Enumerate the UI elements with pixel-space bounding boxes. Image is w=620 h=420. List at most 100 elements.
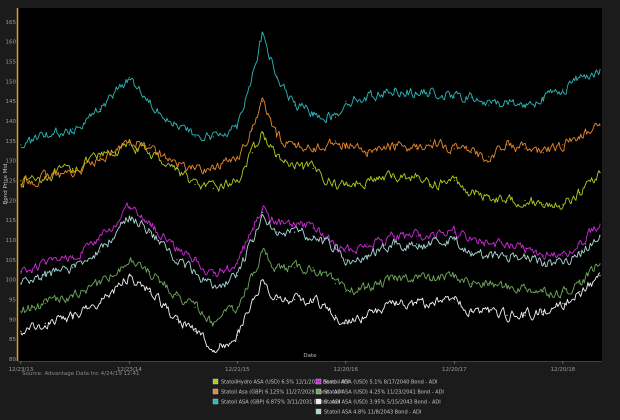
y-tick-label: 145 (6, 99, 17, 105)
data-point (453, 275, 455, 277)
data-point (599, 275, 601, 277)
data-point (470, 152, 472, 154)
data-point (194, 259, 196, 261)
data-point (212, 350, 214, 352)
data-point (524, 247, 526, 249)
data-point (542, 255, 544, 257)
data-point (212, 168, 214, 170)
data-point (453, 231, 455, 233)
data-point (236, 306, 238, 309)
data-point (236, 179, 238, 182)
data-point (176, 124, 178, 126)
data-point (149, 144, 151, 146)
data-point (294, 144, 296, 146)
data-point (366, 152, 368, 154)
data-point (470, 191, 472, 194)
data-point (261, 251, 264, 253)
legend-swatch (315, 378, 322, 385)
data-point (366, 179, 368, 182)
data-point (128, 259, 131, 261)
data-point (212, 136, 214, 138)
legend-swatch (212, 398, 219, 405)
data-point (251, 128, 254, 130)
data-point (506, 144, 508, 146)
data-point (488, 156, 490, 158)
data-point (20, 183, 22, 186)
y-tick-label: 150 (6, 79, 17, 85)
data-point (393, 235, 395, 237)
data-point (542, 96, 544, 98)
data-point (562, 144, 564, 146)
data-point (275, 267, 278, 269)
data-point (345, 290, 347, 293)
data-point (176, 247, 178, 249)
data-point (72, 168, 74, 170)
data-point (128, 207, 131, 209)
data-point (212, 275, 214, 277)
data-point (176, 168, 178, 170)
data-point (149, 152, 151, 154)
data-point (275, 231, 278, 233)
data-point (542, 290, 544, 293)
data-point (415, 92, 418, 94)
data-point (415, 235, 418, 237)
y-tick-label: 90 (9, 317, 16, 323)
data-point (194, 330, 196, 332)
data-point (194, 183, 196, 186)
data-point (236, 156, 238, 158)
data-point (275, 298, 278, 301)
data-point (524, 148, 526, 150)
data-point (415, 302, 418, 305)
data-point (44, 136, 46, 138)
data-point (599, 124, 601, 126)
data-point (579, 191, 581, 194)
y-tick-label: 115 (6, 218, 17, 224)
legend-swatch (212, 388, 219, 395)
data-point (542, 203, 544, 205)
data-point (294, 267, 296, 269)
data-point (429, 183, 432, 186)
data-point (488, 310, 490, 313)
data-point (128, 140, 131, 142)
data-point (72, 314, 74, 316)
data-point (99, 251, 101, 253)
data-point (579, 290, 581, 293)
data-point (294, 231, 296, 233)
data-point (599, 68, 601, 71)
data-point (393, 279, 395, 281)
legend-swatch (315, 398, 322, 405)
legend-swatch (315, 388, 322, 395)
data-point (579, 251, 581, 253)
data-point (366, 255, 368, 257)
data-point (415, 275, 418, 277)
data-point (275, 136, 278, 138)
data-point (212, 287, 214, 289)
y-tick-label: 100 (6, 278, 17, 284)
data-point (212, 187, 214, 190)
data-point (345, 322, 347, 324)
data-point (599, 172, 601, 174)
data-point (176, 259, 178, 261)
data-point (20, 271, 22, 273)
data-point (176, 294, 178, 297)
data-point (261, 100, 264, 102)
data-point (562, 290, 564, 293)
data-point (251, 152, 254, 154)
data-point (128, 215, 131, 217)
data-point (506, 255, 508, 257)
data-point (44, 263, 46, 265)
data-point (470, 310, 472, 313)
data-point (176, 164, 178, 166)
data-point (176, 318, 178, 320)
data-point (44, 302, 46, 305)
data-point (599, 223, 601, 225)
data-point (470, 239, 472, 241)
data-point (20, 144, 22, 146)
data-point (506, 314, 508, 316)
y-tick-label: 85 (9, 337, 16, 343)
data-point (128, 275, 131, 277)
data-point (194, 168, 196, 170)
data-point (149, 100, 151, 102)
x-tick-label: 12/20/18 (550, 367, 575, 373)
data-point (345, 259, 347, 261)
